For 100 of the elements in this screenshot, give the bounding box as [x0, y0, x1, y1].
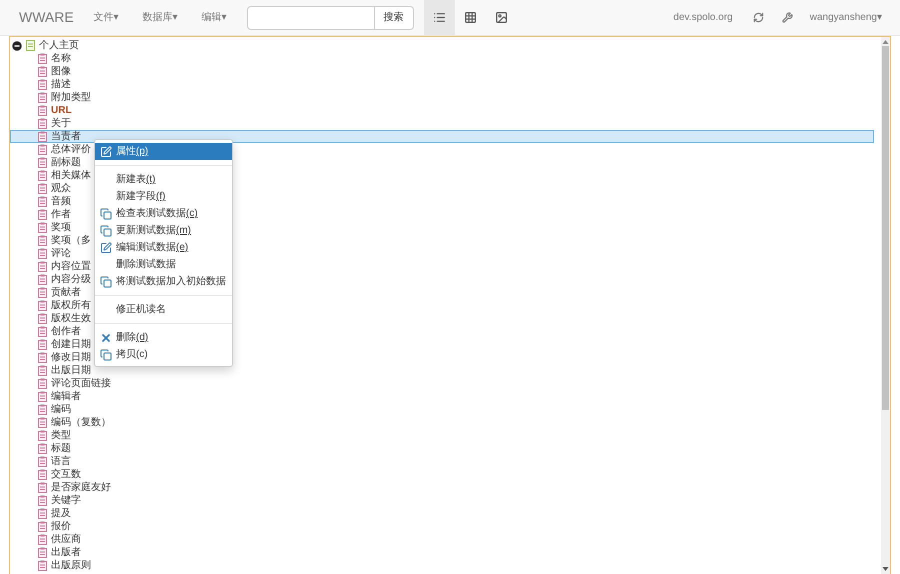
clipboard-icon — [38, 105, 47, 116]
host-link[interactable]: dev.spolo.org — [673, 10, 733, 25]
tree-item[interactable]: 描述 — [51, 78, 71, 90]
tree-item[interactable]: 是否家庭友好 — [51, 482, 111, 494]
refresh-button[interactable] — [752, 12, 764, 23]
user-menu[interactable]: wangyansheng▾ — [810, 10, 882, 25]
menu-item[interactable]: 编辑测试数据(e) — [95, 239, 232, 256]
tree-item[interactable]: 观众 — [51, 182, 71, 194]
tree-item[interactable]: 出版日期 — [51, 364, 91, 376]
menu-item[interactable]: 更新测试数据(m) — [95, 222, 232, 239]
tree-item[interactable]: 出版者 — [51, 546, 81, 558]
clipboard-icon — [38, 456, 47, 467]
menu-button[interactable]: 编辑▾ — [202, 10, 227, 25]
clipboard-icon — [38, 235, 47, 246]
search-field[interactable] — [246, 6, 375, 30]
tree-item[interactable]: 奖项（多 — [51, 234, 91, 246]
clipboard-icon — [38, 300, 47, 311]
tree-item[interactable]: 标题 — [51, 442, 71, 454]
clipboard-icon — [38, 534, 47, 545]
tree-item[interactable]: 报价 — [51, 520, 71, 532]
clipboard-icon — [38, 352, 47, 363]
tree-item[interactable]: 总体评价 — [51, 144, 91, 156]
settings-button[interactable] — [782, 12, 793, 23]
tree-item[interactable]: 版权所有 — [51, 300, 91, 312]
image-icon — [494, 11, 508, 24]
tree-item[interactable]: 内容分级 — [51, 274, 91, 286]
clipboard-icon — [38, 209, 47, 220]
tree-item[interactable]: 贡献者 — [51, 286, 81, 298]
list-icon — [432, 11, 446, 24]
tree-item[interactable]: 版权生效 — [51, 312, 91, 324]
view-toggle[interactable] — [424, 0, 455, 36]
tree-item[interactable]: 创建日期 — [51, 338, 91, 350]
tree-item[interactable]: 供应商 — [51, 534, 81, 546]
clipboard-icon — [38, 443, 47, 454]
tree-item[interactable]: 副标题 — [51, 156, 81, 168]
tree-item[interactable]: 当责者 — [51, 130, 81, 142]
tree-item[interactable]: 编辑者 — [51, 390, 81, 402]
clipboard-icon — [38, 313, 47, 324]
edit-icon — [100, 242, 112, 254]
menu-item[interactable]: 删除(d) — [95, 329, 232, 346]
tree-item[interactable]: 附加类型 — [51, 92, 91, 104]
tree-item[interactable]: 交互数 — [51, 468, 81, 480]
copy-icon — [100, 276, 112, 288]
clipboard-icon — [38, 495, 47, 506]
clipboard-icon — [38, 222, 47, 233]
menu-item[interactable]: 将测试数据加入初始数据 — [95, 273, 232, 290]
tree-item[interactable]: 编码（复数） — [51, 416, 111, 428]
clipboard-icon — [38, 326, 47, 337]
brand[interactable]: WWARE — [19, 7, 74, 28]
tree-item[interactable]: 关于 — [51, 118, 71, 130]
search-button[interactable]: 搜索 — [374, 6, 414, 30]
menu-item[interactable]: 检查表测试数据(c) — [95, 205, 232, 222]
menu-item[interactable]: 新建字段(f) — [95, 188, 232, 205]
tree-item[interactable]: 修改日期 — [51, 352, 91, 364]
tree-item[interactable]: 编码 — [51, 404, 71, 416]
tree-item[interactable]: 出版原则 — [51, 560, 91, 572]
tree-item[interactable]: 创作者 — [51, 326, 81, 338]
clipboard-icon — [38, 508, 47, 519]
tree-item[interactable]: 提及 — [51, 508, 71, 520]
tree-item[interactable]: 语言 — [51, 456, 71, 468]
tree-item[interactable]: 图像 — [51, 66, 71, 78]
clipboard-icon — [38, 560, 47, 571]
tree-item[interactable]: 音频 — [51, 196, 71, 208]
grid-icon — [464, 11, 477, 24]
close-icon — [100, 332, 112, 344]
clipboard-icon — [38, 144, 47, 155]
copy-icon — [100, 208, 112, 220]
menu-item[interactable]: 拷贝(c) — [95, 346, 232, 363]
menu-item[interactable]: 属性(p) — [95, 143, 232, 160]
menu-item[interactable]: 删除测试数据 — [95, 256, 232, 273]
copy-icon — [100, 348, 112, 360]
tree-item[interactable]: URL — [51, 104, 72, 116]
menu-item[interactable]: 修正机读名 — [95, 301, 232, 318]
clipboard-icon — [38, 521, 47, 532]
tree-item[interactable]: 评论 — [51, 248, 71, 260]
tree-item[interactable]: 相关媒体 — [51, 170, 91, 182]
menu-item[interactable]: 新建表(t) — [95, 171, 232, 188]
clipboard-icon — [38, 157, 47, 168]
menu-button[interactable]: 数据库▾ — [142, 10, 178, 25]
tree-row[interactable]: 个人主页 — [11, 39, 873, 52]
document-icon — [26, 40, 35, 51]
clipboard-icon — [38, 196, 47, 207]
tree-item[interactable]: 内容位置 — [51, 260, 91, 272]
edit-icon — [100, 146, 112, 158]
tree-item[interactable]: 作者 — [51, 208, 71, 220]
clipboard-icon — [38, 92, 47, 103]
tree-item[interactable]: 评论页面链接 — [51, 378, 111, 390]
tree-item[interactable]: 关键字 — [51, 494, 81, 506]
scrollbar[interactable] — [881, 37, 890, 574]
clipboard-icon — [38, 430, 47, 441]
scroll-down-icon[interactable] — [882, 566, 889, 572]
menu-button[interactable]: 文件▾ — [94, 10, 119, 25]
tree-item[interactable]: 类型 — [51, 430, 71, 442]
clipboard-icon — [38, 274, 47, 285]
clipboard-icon — [38, 170, 47, 181]
clipboard-icon — [38, 378, 47, 389]
tree-item[interactable]: 名称 — [51, 52, 71, 64]
clipboard-icon — [38, 547, 47, 558]
tree-item[interactable]: 奖项 — [51, 222, 71, 234]
collapse-icon[interactable] — [12, 40, 22, 50]
